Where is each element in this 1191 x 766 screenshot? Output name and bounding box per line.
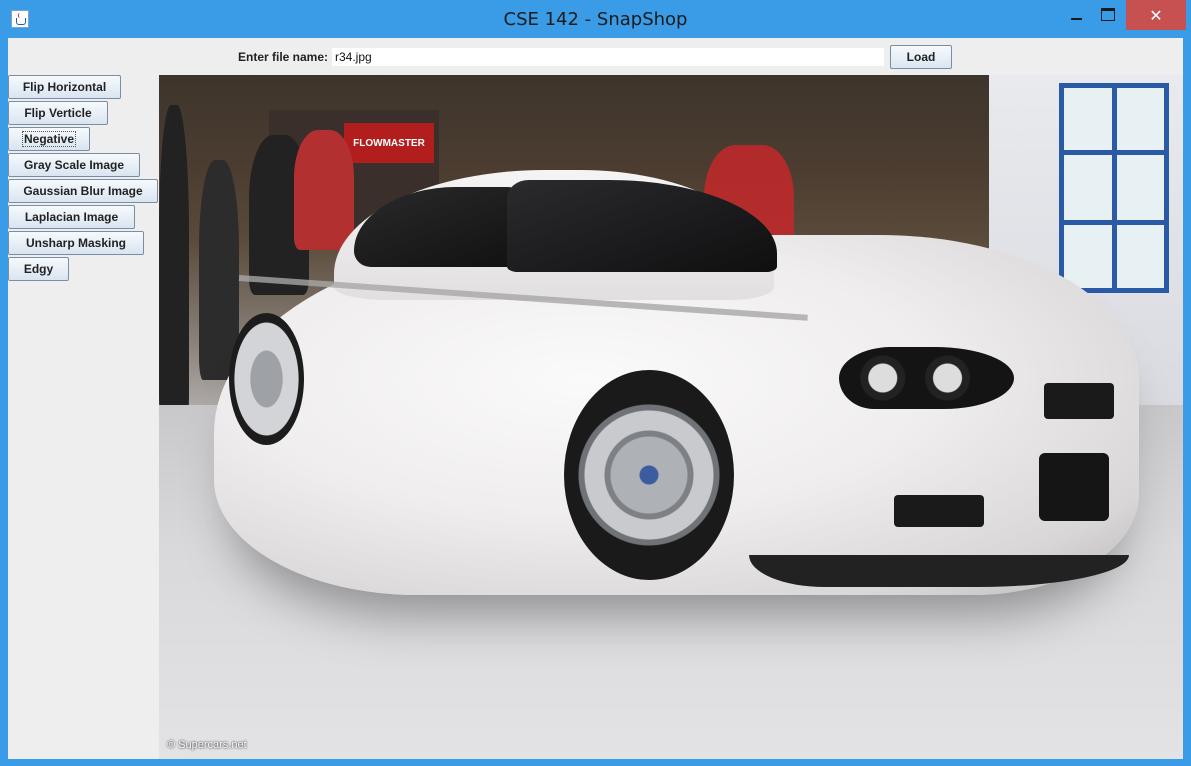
flip-verticle-label: Flip Verticle (24, 106, 92, 120)
gray-scale-button[interactable]: Gray Scale Image (8, 153, 140, 177)
spectator (294, 130, 354, 250)
gaussian-blur-button[interactable]: Gaussian Blur Image (8, 179, 158, 203)
edgy-button[interactable]: Edgy (8, 257, 69, 281)
laplacian-label: Laplacian Image (24, 210, 119, 224)
unsharp-masking-label: Unsharp Masking (25, 236, 127, 250)
spectator (159, 105, 189, 425)
file-name-input[interactable] (332, 48, 884, 66)
car-intake (1039, 453, 1109, 521)
image-watermark: © Supercars.net (167, 739, 247, 751)
edgy-label: Edgy (23, 262, 54, 276)
negative-label: Negative (21, 131, 77, 147)
flip-horizontal-label: Flip Horizontal (22, 80, 107, 94)
image-canvas: FLOWMASTER © Supercars.net (159, 75, 1183, 759)
car-grille (1044, 383, 1114, 419)
gaussian-blur-label: Gaussian Blur Image (23, 184, 143, 198)
load-button[interactable]: Load (890, 45, 952, 69)
window-title: CSE 142 - SnapShop (503, 9, 688, 30)
close-icon: ✕ (1149, 5, 1163, 25)
maximize-icon (1101, 7, 1115, 21)
file-name-label: Enter file name: (238, 50, 329, 64)
laplacian-button[interactable]: Laplacian Image (8, 205, 135, 229)
minimize-icon (1070, 18, 1082, 20)
car-headlight (839, 347, 1014, 409)
file-bar: Enter file name: Load (8, 38, 1183, 74)
unsharp-masking-button[interactable]: Unsharp Masking (8, 231, 144, 255)
background-banner: FLOWMASTER (344, 123, 434, 163)
title-bar: CSE 142 - SnapShop ✕ (0, 0, 1191, 38)
flip-horizontal-button[interactable]: Flip Horizontal (8, 75, 121, 99)
filter-sidebar: Flip Horizontal Flip Verticle Negative G… (8, 75, 159, 759)
maximize-button[interactable] (1088, 0, 1128, 28)
close-button[interactable]: ✕ (1126, 0, 1186, 30)
flip-verticle-button[interactable]: Flip Verticle (8, 101, 108, 125)
car-lower-intake (894, 495, 984, 527)
negative-button[interactable]: Negative (8, 127, 90, 151)
front-wheel (564, 370, 734, 580)
client-area: Enter file name: Load Flip Horizontal Fl… (8, 38, 1183, 759)
background-window (1059, 83, 1169, 293)
gray-scale-label: Gray Scale Image (23, 158, 125, 172)
rear-wheel (229, 313, 304, 445)
